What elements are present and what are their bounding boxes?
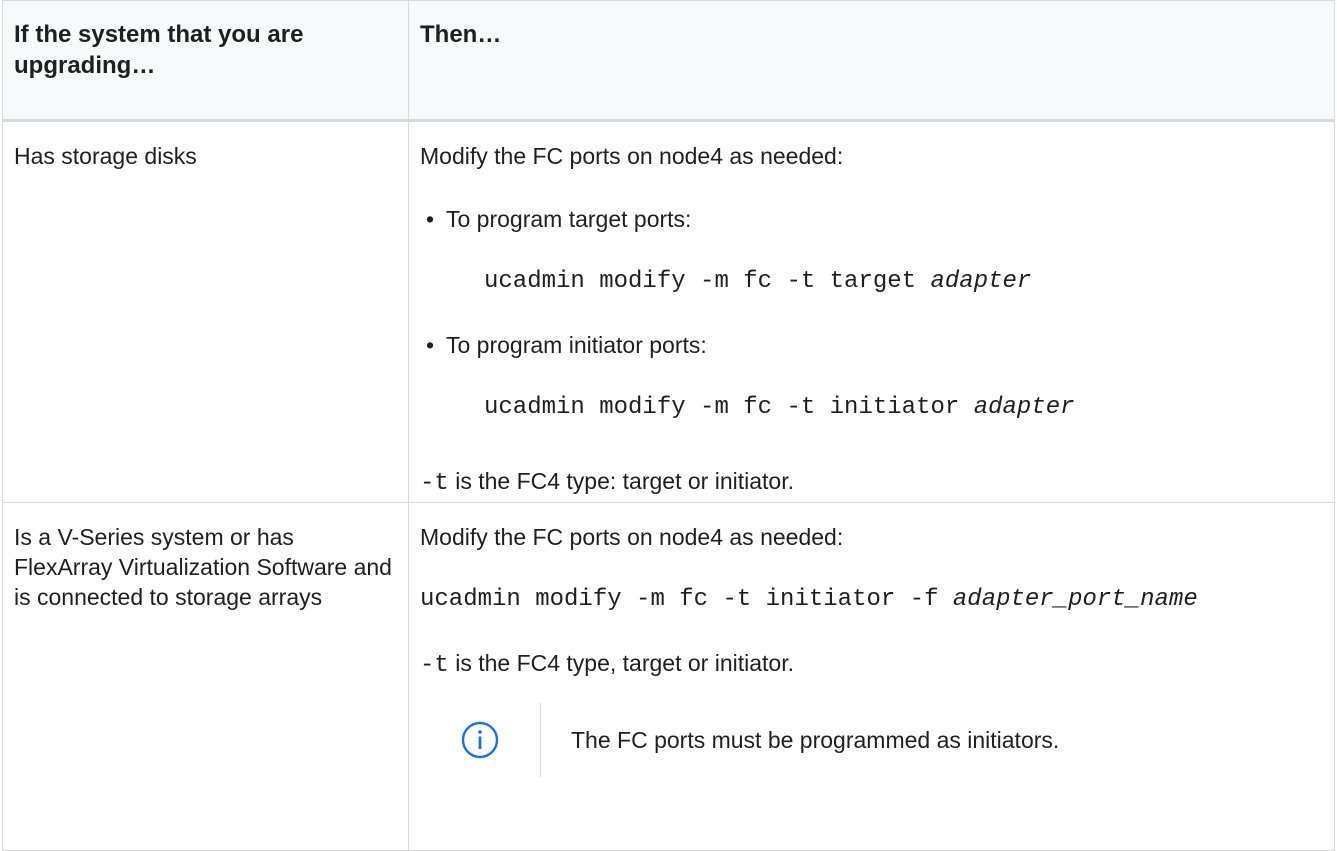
code-initiator: ucadmin modify -m fc -t initiator adapte… xyxy=(484,394,1075,421)
code-initiator-port: ucadmin modify -m fc -t initiator -f ada… xyxy=(420,586,1198,613)
header-condition: If the system that you are upgrading… xyxy=(2,0,409,122)
note-text: The FC ports must be programmed as initi… xyxy=(571,727,1060,753)
table-row: Has storage disks Modify the FC ports on… xyxy=(2,120,1335,503)
footnote: -t is the FC4 type, target or initiator. xyxy=(420,650,794,679)
info-icon xyxy=(461,721,499,759)
admonition-note: The FC ports must be programmed as initi… xyxy=(420,703,1323,777)
condition-text: Has storage disks xyxy=(14,143,197,169)
footnote: -t is the FC4 type: target or initiator. xyxy=(420,468,794,497)
condition-cell: Has storage disks xyxy=(2,120,409,503)
intro-text: Modify the FC ports on node4 as needed: xyxy=(420,524,844,550)
table-header-row: If the system that you are upgrading… Th… xyxy=(2,0,1335,122)
condition-cell: Is a V-Series system or has FlexArray Vi… xyxy=(2,502,409,851)
upgrade-table: If the system that you are upgrading… Th… xyxy=(2,0,1335,851)
list-item: To program target ports: ucadmin modify … xyxy=(420,204,1323,297)
intro-text: Modify the FC ports on node4 as needed: xyxy=(420,143,844,169)
list-item: To program initiator ports: ucadmin modi… xyxy=(420,330,1323,423)
bullet-list: To program target ports: ucadmin modify … xyxy=(420,204,1323,423)
action-cell: Modify the FC ports on node4 as needed: … xyxy=(408,120,1335,503)
action-cell: Modify the FC ports on node4 as needed: … xyxy=(408,502,1335,851)
header-action: Then… xyxy=(408,0,1335,122)
table-row: Is a V-Series system or has FlexArray Vi… xyxy=(2,502,1335,851)
code-target: ucadmin modify -m fc -t target adapter xyxy=(484,268,1032,295)
condition-text: Is a V-Series system or has FlexArray Vi… xyxy=(14,524,392,610)
